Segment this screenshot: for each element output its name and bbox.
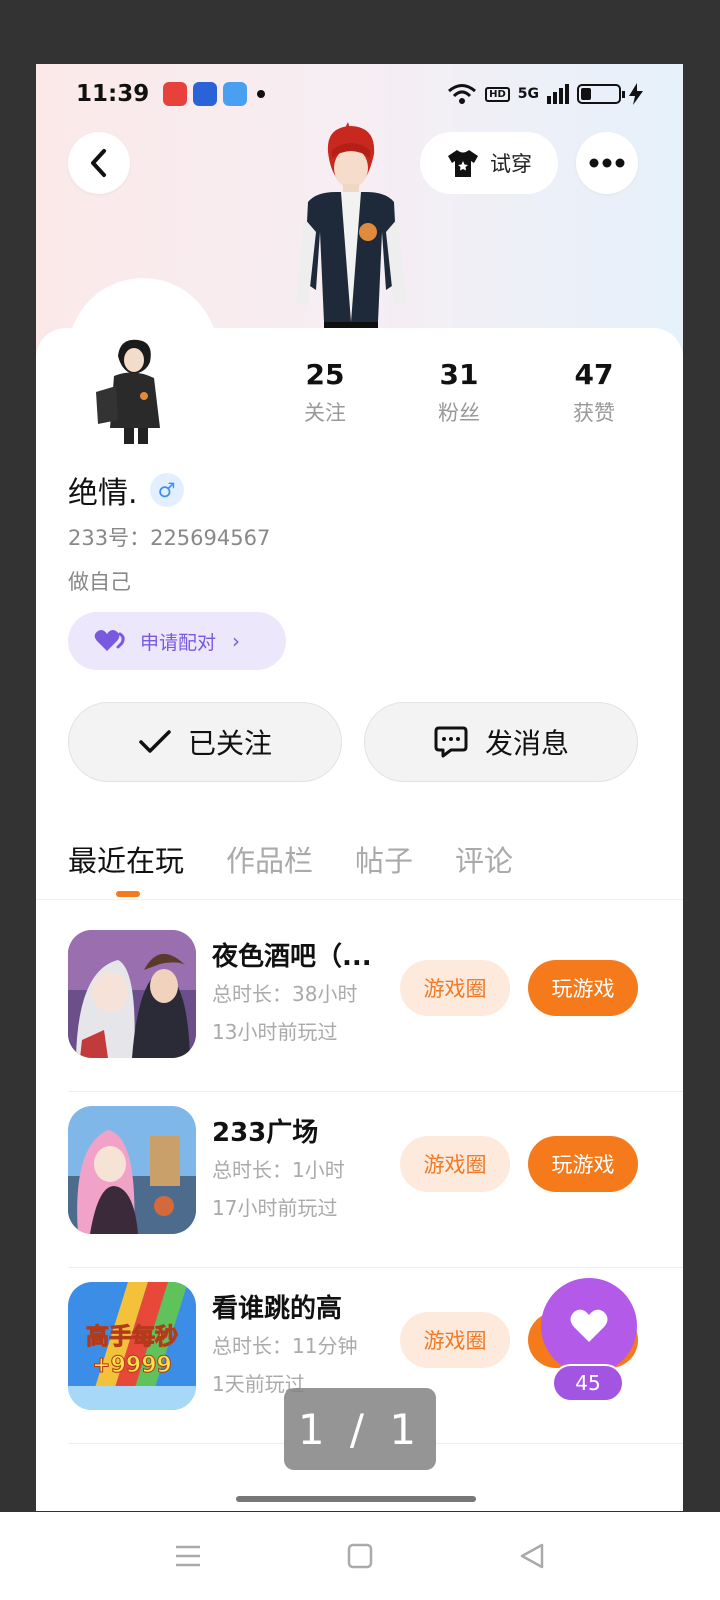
game-circle-button[interactable]: 游戏圈 [400,1312,510,1368]
game-icon-text-bottom: +9999 [92,1353,172,1378]
male-gender-icon: ♂ [149,473,184,507]
page-counter: 1 / 1 [284,1388,436,1470]
status-app-icons [163,82,248,106]
stat-label: 粉丝 [438,401,480,425]
stat-label: 获赞 [573,401,615,425]
game-title: 看谁跳的高 [212,1294,343,1324]
notification-app-icon [163,82,188,106]
hd-badge: HD [485,86,510,102]
tab-posts[interactable]: 帖子 [355,838,413,880]
stat-value: 31 [439,358,479,391]
heart-pair-icon [94,630,125,651]
game-last-played: 13小时前玩过 [212,1020,338,1044]
chat-bubble-icon [434,726,468,758]
notification-dot [257,90,266,98]
charging-icon [629,83,643,105]
shirt-icon [448,150,478,177]
status-bar: 11:39 HD 5G [36,64,683,124]
game-title: 夜色酒吧（... [212,942,372,972]
menu-icon [176,1545,200,1567]
play-game-button[interactable]: 玩游戏 [528,960,638,1016]
message-button[interactable]: 发消息 [364,702,638,782]
menu-nav-button[interactable] [168,1536,208,1576]
try-on-label: 试穿 [490,152,532,176]
game-last-played: 17小时前玩过 [212,1196,338,1220]
active-tab-indicator [116,891,140,897]
more-dots-icon [589,158,625,168]
pair-label: 申请配对 [140,631,217,654]
wifi-icon [448,84,477,104]
name-row: 绝情. ♂ [68,468,184,512]
play-game-button[interactable]: 玩游戏 [528,1136,638,1192]
back-button[interactable] [68,132,130,194]
tab-works[interactable]: 作品栏 [226,838,313,880]
home-nav-button[interactable] [340,1536,380,1576]
game-duration: 总时长：11分钟 [212,1334,358,1358]
like-button[interactable] [541,1278,637,1374]
stat-fans[interactable]: 31 粉丝 [414,358,504,427]
message-label: 发消息 [484,727,569,760]
notification-app-icon [193,82,218,106]
user-name: 绝情. [68,476,138,511]
game-list-item[interactable]: 233广场 总时长：1小时 17小时前玩过 游戏圈 玩游戏 [36,1092,683,1268]
profile-tabs: 最近在玩 作品栏 帖子 评论 [68,838,513,880]
tab-recently-played[interactable]: 最近在玩 [68,838,184,880]
game-icon-text-top: 高手每秒 [86,1323,178,1350]
game-icon [68,1106,196,1234]
chevron-left-icon [91,149,106,177]
check-icon [139,730,171,753]
game-list-item[interactable]: 夜色酒吧（... 总时长：38小时 13小时前玩过 游戏圈 玩游戏 [36,916,683,1092]
stat-value: 25 [305,358,345,391]
triangle-back-icon [520,1543,544,1569]
signal-icon [547,84,569,104]
stat-following[interactable]: 25 关注 [280,358,370,427]
more-button[interactable] [576,132,638,194]
chevron-right-icon: › [232,629,241,653]
notification-app-icon [223,82,248,106]
status-time: 11:39 [76,81,150,107]
profile-screen: 11:39 HD 5G 试穿 25 关注 31 粉丝 47 获赞 绝情. ♂ 2… [36,64,683,1511]
square-home-icon [347,1543,373,1569]
back-nav-button[interactable] [512,1536,552,1576]
user-bio: 做自己 [68,570,131,594]
game-title: 233广场 [212,1118,319,1148]
stat-label: 关注 [304,401,346,425]
game-circle-button[interactable]: 游戏圈 [400,1136,510,1192]
request-pair-button[interactable]: 申请配对 › [68,612,286,670]
tab-divider [36,899,683,900]
follow-label: 已关注 [187,727,272,760]
stat-likes[interactable]: 47 获赞 [549,358,639,427]
heart-icon [570,1309,608,1342]
game-duration: 总时长：38小时 [212,982,358,1006]
profile-avatar[interactable] [88,336,178,446]
follow-button[interactable]: 已关注 [68,702,342,782]
game-icon [68,930,196,1058]
stat-value: 47 [574,358,614,391]
status-indicators: HD 5G [447,83,643,105]
user-id: 233号：225694567 [68,526,271,550]
battery-icon [577,84,625,104]
home-indicator[interactable] [236,1496,476,1502]
network-label: 5G [517,86,539,102]
game-circle-button[interactable]: 游戏圈 [400,960,510,1016]
like-count-badge: 45 [552,1364,624,1402]
try-on-button[interactable]: 试穿 [420,132,558,194]
game-duration: 总时长：1小时 [212,1158,345,1182]
system-nav-bar [0,1512,720,1600]
tab-comments[interactable]: 评论 [455,838,513,880]
game-icon: 高手每秒 +9999 [68,1282,196,1410]
